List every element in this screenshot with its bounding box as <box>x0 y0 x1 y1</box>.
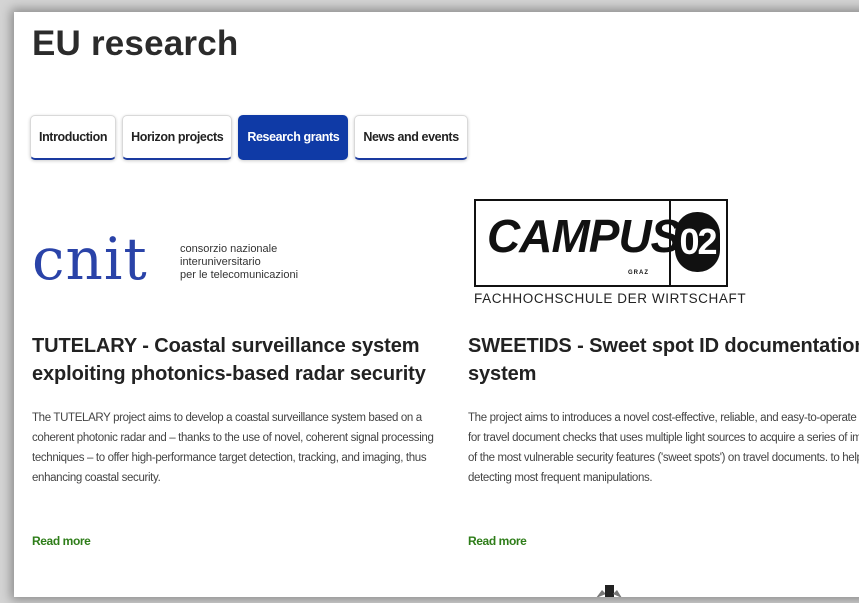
campus-02-logo[interactable]: CAMPUS GRAZ 02 FACHHOCHSCHULE DER WIRTSC… <box>474 199 746 314</box>
cnit-logo[interactable]: cnit consorzio nazionale interuniversita… <box>32 222 322 302</box>
campus-logo-divider <box>669 201 671 285</box>
campus-logo-number: 02 <box>675 212 720 272</box>
tab-horizon-projects[interactable]: Horizon projects <box>122 115 233 160</box>
description-line: of the most vulnerable security features… <box>468 452 859 464</box>
card-title-tutelary[interactable]: TUTELARY - Coastal surveillance system e… <box>32 332 452 388</box>
read-more-link-tutelary[interactable]: Read more <box>32 534 91 548</box>
tab-research-grants[interactable]: Research grants <box>238 115 349 160</box>
page-title: EU research <box>32 24 239 63</box>
cnit-logo-line: per le telecomunicazioni <box>180 269 299 281</box>
crest-logo-icon <box>596 585 622 597</box>
description-line: detecting most frequent manipulations. <box>468 472 653 484</box>
campus-logo-box: CAMPUS GRAZ 02 <box>474 199 728 287</box>
description-line: for travel document checks that uses mul… <box>468 432 859 444</box>
cnit-logo-line: consorzio nazionale <box>180 243 278 255</box>
tab-bar: Introduction Horizon projects Research g… <box>30 115 468 160</box>
card-description-tutelary: The TUTELARY project aims to develop a c… <box>32 412 434 484</box>
campus-logo-word: CAMPUS <box>487 210 681 262</box>
campus-logo-subtitle: FACHHOCHSCHULE DER WIRTSCHAFT <box>474 291 747 306</box>
cnit-logo-letters: cnit <box>32 225 148 293</box>
cnit-logo-text: consorzio nazionale interuniversitario p… <box>180 243 298 282</box>
tab-news-and-events[interactable]: News and events <box>354 115 468 160</box>
card-description-sweetids: The project aims to introduces a novel c… <box>468 408 859 488</box>
tab-introduction[interactable]: Introduction <box>30 115 117 160</box>
description-line: The project aims to introduces a novel c… <box>468 412 859 424</box>
cnit-logo-line: interuniversitario <box>180 256 261 268</box>
card-title-sweetids[interactable]: SWEETIDS - Sweet spot ID documentation s… <box>468 332 859 388</box>
read-more-link-sweetids[interactable]: Read more <box>468 534 527 548</box>
browser-content-frame: EU research Introduction Horizon project… <box>14 12 859 597</box>
campus-logo-city: GRAZ <box>628 270 649 276</box>
